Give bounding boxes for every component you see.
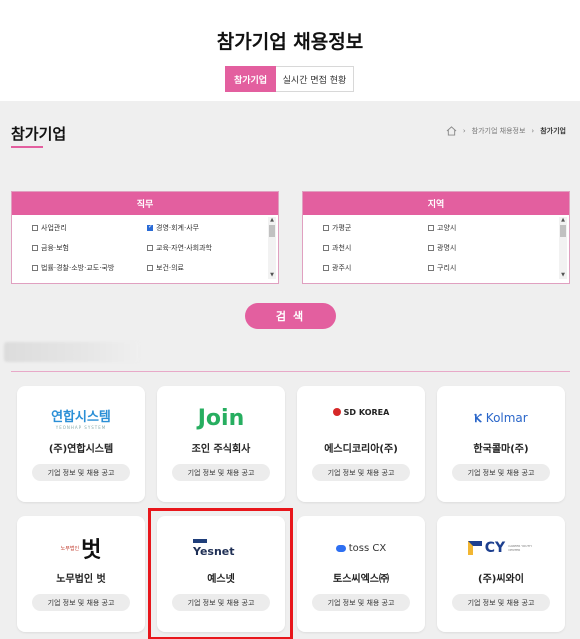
checkbox[interactable] <box>32 265 38 271</box>
company-name: 에스디코리아(주) <box>324 444 398 455</box>
page-title: 참가기업 채용정보 <box>216 31 364 53</box>
chevron-right-icon: › <box>531 127 535 135</box>
region-option[interactable]: 가평군 <box>323 223 428 233</box>
job-filter-title: 직무 <box>12 192 278 215</box>
checkbox[interactable] <box>32 225 38 231</box>
scroll-down-icon[interactable]: ▼ <box>559 272 567 279</box>
section-title: 참가기업 <box>11 125 67 148</box>
company-logo: Join <box>197 405 245 431</box>
home-icon[interactable] <box>446 126 457 136</box>
region-option[interactable]: 광주시 <box>323 263 428 273</box>
company-card[interactable]: Ⲕ Kolmar 한국콜마(주) 기업 정보 및 채용 공고 <box>437 386 565 502</box>
checkbox[interactable] <box>147 245 153 251</box>
checkbox[interactable] <box>147 265 153 271</box>
scroll-up-icon[interactable]: ▲ <box>559 217 567 224</box>
scroll-down-icon[interactable]: ▼ <box>268 272 276 279</box>
company-logo: Ⲕ Kolmar <box>474 410 528 426</box>
divider <box>11 371 570 372</box>
company-logo: CY CAREER YOUTH CENTER <box>437 532 565 564</box>
toss-icon <box>335 544 346 552</box>
breadcrumb: › 참가기업 채용정보 › 참가기업 <box>446 126 566 136</box>
job-option[interactable]: 교육·자연·사회과학 <box>147 243 262 253</box>
company-info-button[interactable]: 기업 정보 및 채용 공고 <box>312 594 410 611</box>
sd-korea-icon <box>332 408 341 416</box>
company-info-button[interactable]: 기업 정보 및 채용 공고 <box>452 464 550 481</box>
checkbox[interactable] <box>428 265 434 271</box>
breadcrumb-current: 참가기업 <box>540 127 566 135</box>
checkbox[interactable] <box>323 265 329 271</box>
company-card[interactable]: 연합시스템 YEONHAP SYSTEM (주)연합시스템 기업 정보 및 채용… <box>17 386 145 502</box>
company-info-button[interactable]: 기업 정보 및 채용 공고 <box>32 594 130 611</box>
company-logo: 연합시스템 YEONHAP SYSTEM <box>51 410 111 430</box>
tab-bar: 참가기업 실시간 면접 현황 <box>225 66 354 92</box>
company-card[interactable]: 노무법인 벗 노무법인 벗 기업 정보 및 채용 공고 <box>17 516 145 632</box>
company-name: 토스씨엑스㈜ <box>333 574 389 585</box>
breadcrumb-item[interactable]: 참가기업 채용정보 <box>472 126 526 136</box>
company-logo: SD KOREA <box>297 396 425 428</box>
company-logo: toss CX <box>297 532 425 564</box>
highlight-box <box>148 508 293 639</box>
checkbox-checked[interactable] <box>147 223 153 231</box>
company-card[interactable]: toss CX 토스씨엑스㈜ 기업 정보 및 채용 공고 <box>297 516 425 632</box>
company-info-button[interactable]: 기업 정보 및 채용 공고 <box>172 464 270 481</box>
company-name: 한국콜마(주) <box>473 444 529 455</box>
region-filter-title: 지역 <box>303 192 569 215</box>
checkbox[interactable] <box>32 245 38 251</box>
region-filter: 지역 가평군 고양시 과천시 광명시 광주시 구리시 ▲ ▼ <box>302 191 570 284</box>
job-option[interactable]: 사업관리 <box>32 223 147 233</box>
page-header: 참가기업 채용정보 참가기업 실시간 면접 현황 <box>0 0 580 101</box>
search-button[interactable]: 검 색 <box>245 303 336 329</box>
scrollbar[interactable]: ▲ ▼ <box>268 217 276 279</box>
kolmar-icon: Ⲕ <box>474 410 482 425</box>
cy-icon <box>467 541 482 555</box>
job-option[interactable]: 금융·보험 <box>32 243 147 253</box>
region-option[interactable]: 과천시 <box>323 243 428 253</box>
tab-participating-companies[interactable]: 참가기업 <box>225 66 276 92</box>
scrollbar[interactable]: ▲ ▼ <box>559 217 567 279</box>
tab-live-interview-status[interactable]: 실시간 면접 현황 <box>276 66 354 92</box>
company-name: (주)씨와이 <box>478 574 524 585</box>
region-option[interactable]: 고양시 <box>428 223 553 233</box>
region-option[interactable]: 구리시 <box>428 263 553 273</box>
checkbox[interactable] <box>428 245 434 251</box>
checkbox[interactable] <box>323 225 329 231</box>
scroll-up-icon[interactable]: ▲ <box>268 217 276 224</box>
job-option[interactable]: 법률·경찰·소방·교도·국방 <box>32 263 147 273</box>
company-info-button[interactable]: 기업 정보 및 채용 공고 <box>452 594 550 611</box>
chevron-right-icon: › <box>462 127 466 135</box>
job-option[interactable]: 보건·의료 <box>147 263 262 273</box>
company-name: 조인 주식회사 <box>191 444 251 455</box>
content-area: 참가기업 › 참가기업 채용정보 › 참가기업 직무 사업관리 경영·회계·사무… <box>0 101 580 639</box>
region-option[interactable]: 광명시 <box>428 243 553 253</box>
checkbox[interactable] <box>323 245 329 251</box>
company-info-button[interactable]: 기업 정보 및 채용 공고 <box>32 464 130 481</box>
company-name: 노무법인 벗 <box>56 574 106 585</box>
company-name: (주)연합시스템 <box>48 444 114 455</box>
result-count-blurred <box>4 342 139 362</box>
job-filter: 직무 사업관리 경영·회계·사무 금융·보험 교육·자연·사회과학 법률·경찰·… <box>11 191 279 284</box>
checkbox[interactable] <box>428 225 434 231</box>
company-card[interactable]: SD KOREA 에스디코리아(주) 기업 정보 및 채용 공고 <box>297 386 425 502</box>
company-logo: 노무법인 벗 <box>60 538 102 563</box>
company-card[interactable]: CY CAREER YOUTH CENTER (주)씨와이 기업 정보 및 채용… <box>437 516 565 632</box>
job-option[interactable]: 경영·회계·사무 <box>147 223 262 233</box>
company-card[interactable]: Join 조인 주식회사 기업 정보 및 채용 공고 <box>157 386 285 502</box>
company-info-button[interactable]: 기업 정보 및 채용 공고 <box>312 464 410 481</box>
